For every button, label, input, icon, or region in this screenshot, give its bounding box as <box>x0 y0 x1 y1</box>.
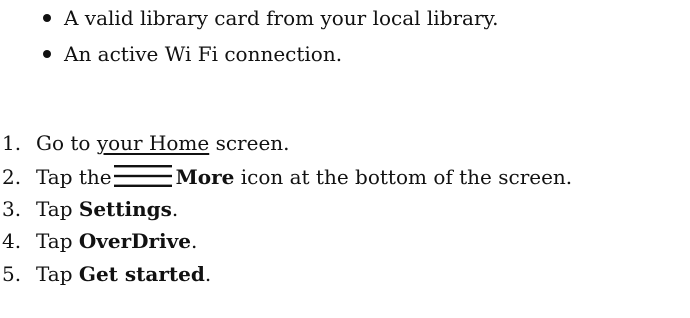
step-text-pre: Tap <box>36 262 79 286</box>
bullet-icon <box>40 2 54 34</box>
requirement-text: A valid library card from your local lib… <box>64 6 499 30</box>
step-text-post: . <box>171 197 179 221</box>
get-started-label: Get started <box>78 262 205 286</box>
step-number: 2. <box>2 165 22 189</box>
menu-icon <box>113 164 172 187</box>
step-text-post: . <box>191 229 198 253</box>
step-number: 5. <box>2 262 22 286</box>
home-screen-link: your Home <box>96 131 210 155</box>
settings-label: Settings <box>78 197 172 221</box>
step-text-post: . <box>204 262 212 286</box>
step-text-pre: Tap <box>36 197 79 221</box>
step-number: 1. <box>2 131 22 155</box>
step-text-pre: Tap <box>36 229 79 253</box>
step-text-post: screen. <box>209 131 290 155</box>
step-text: Go to your Home screen. <box>36 127 290 159</box>
step-text: Tap Get started. <box>36 258 211 290</box>
document: A valid library card from your local lib… <box>0 0 690 318</box>
step-text-post: icon at the bottom of the screen. <box>234 165 573 189</box>
more-label: More <box>175 165 235 189</box>
step-text: Tap Settings. <box>36 193 178 225</box>
overdrive-label: OverDrive <box>78 229 192 253</box>
requirement-text: An active Wi Fi connection. <box>64 42 343 66</box>
step-number: 4. <box>2 229 22 253</box>
bullet-icon <box>40 38 54 70</box>
step-text-pre: Tap the <box>36 165 112 189</box>
step-text: Tap the More icon at the bottom of the sc… <box>36 161 572 193</box>
step-text: Tap OverDrive. <box>36 225 197 257</box>
step-number: 3. <box>2 197 22 221</box>
step-text-pre: Go to <box>36 131 97 155</box>
